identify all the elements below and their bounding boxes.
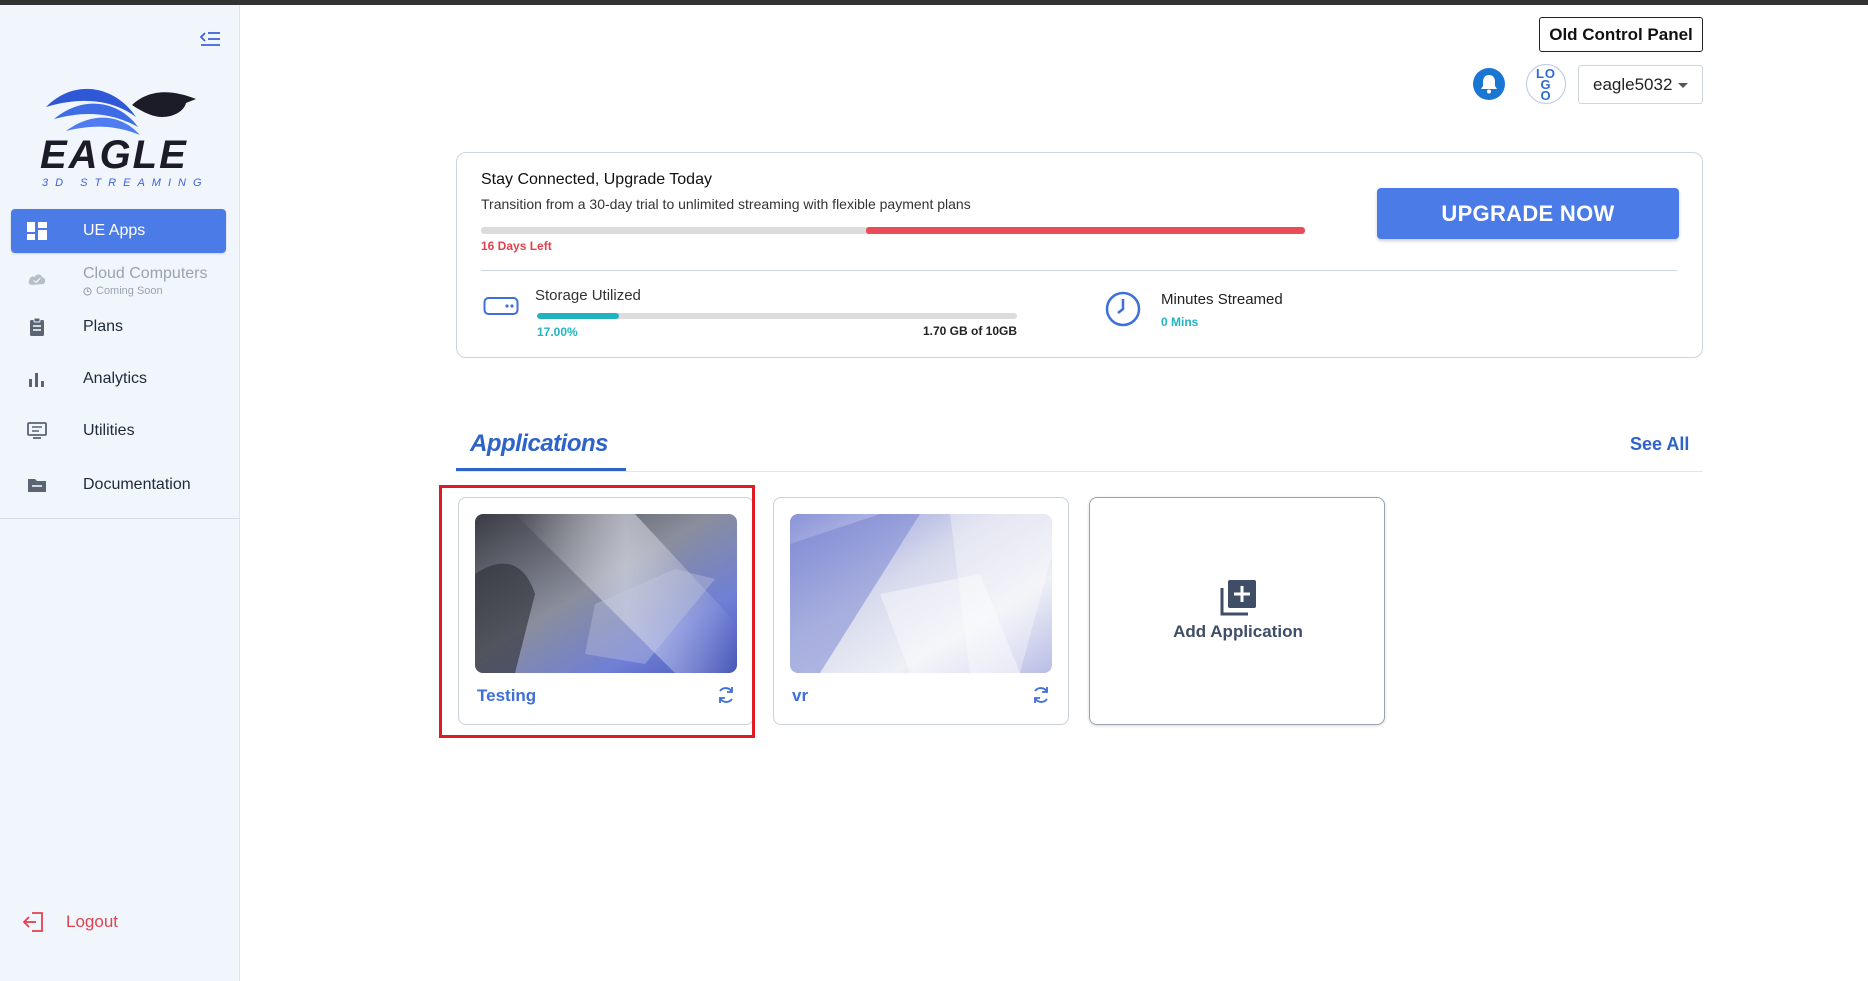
avatar-logo-text: LOGO <box>1535 65 1557 103</box>
see-all-link[interactable]: See All <box>1630 434 1689 455</box>
sidebar-divider <box>0 518 240 519</box>
applications-divider <box>456 471 1703 472</box>
minutes-streamed-value: 0 Mins <box>1161 315 1199 329</box>
add-application-label: Add Application <box>1173 622 1303 641</box>
sidebar-item-label: Plans <box>83 318 124 335</box>
minutes-streamed-label: Minutes Streamed <box>1161 291 1283 308</box>
tab-applications-label: Applications <box>470 430 609 457</box>
app-name: vr <box>792 686 809 705</box>
storage-amount: 1.70 GB of 10GB <box>922 324 1017 338</box>
chevron-down-icon <box>1678 83 1688 88</box>
coming-soon-badge: Coming Soon <box>83 285 163 297</box>
sidebar-item-plans[interactable]: Plans <box>11 305 226 349</box>
user-menu-dropdown[interactable]: eagle5032 <box>1578 65 1703 104</box>
app-card-testing[interactable]: Testing <box>458 497 754 725</box>
storage-progress-fill <box>537 313 619 319</box>
old-control-panel-button[interactable]: Old Control Panel <box>1539 17 1703 52</box>
storage-progress-bar <box>537 313 1017 319</box>
app-card-vr[interactable]: vr <box>773 497 1069 725</box>
username-label: eagle5032 <box>1593 74 1673 94</box>
avatar[interactable]: LOGO <box>1526 64 1566 104</box>
add-application-card[interactable]: Add Application <box>1089 497 1385 725</box>
notifications-button[interactable] <box>1473 68 1505 100</box>
sidebar-item-label: Cloud Computers <box>83 265 208 282</box>
refresh-button[interactable] <box>715 684 737 706</box>
folder-icon <box>27 475 47 495</box>
days-left-label: 16 Days Left <box>481 239 552 253</box>
upgrade-card: Stay Connected, Upgrade Today Transition… <box>456 152 1703 358</box>
refresh-icon <box>719 687 733 703</box>
upgrade-divider <box>481 270 1677 271</box>
dashboard-icon <box>27 221 47 241</box>
logout-icon <box>22 912 43 932</box>
clipboard-icon <box>27 317 47 337</box>
tab-applications[interactable]: Applications <box>456 420 626 472</box>
app-thumbnail <box>475 514 737 673</box>
refresh-button[interactable] <box>1030 684 1052 706</box>
clock-small-icon <box>83 286 92 296</box>
trial-progress-bar <box>481 227 1305 234</box>
logout-label: Logout <box>66 912 118 931</box>
sidebar-item-ue-apps[interactable]: UE Apps <box>11 209 226 253</box>
collapse-menu-icon <box>199 32 220 46</box>
logo-subtitle: 3D STREAMING <box>42 177 209 189</box>
upgrade-title: Stay Connected, Upgrade Today <box>481 171 712 188</box>
clock-icon <box>1105 291 1141 327</box>
sidebar-item-analytics[interactable]: Analytics <box>11 357 226 401</box>
bar-chart-icon <box>27 369 47 389</box>
sidebar-item-label: Documentation <box>83 476 191 493</box>
upgrade-now-button[interactable]: UPGRADE NOW <box>1377 188 1679 239</box>
storage-percent: 17.00% <box>537 325 578 339</box>
trial-progress-fill <box>865 227 1305 234</box>
sidebar: EAGLE 3D STREAMING UE Apps Cloud Compute… <box>0 5 240 981</box>
cloud-icon <box>27 269 47 289</box>
app-name: Testing <box>477 686 537 705</box>
storage-icon <box>483 297 519 315</box>
sidebar-item-cloud-computers: Cloud Computers Coming Soon <box>11 257 226 301</box>
sidebar-item-label: Analytics <box>83 370 148 387</box>
upgrade-description: Transition from a 30-day trial to unlimi… <box>481 196 971 212</box>
collapse-sidebar-button[interactable] <box>196 25 224 53</box>
monitor-icon <box>27 421 47 441</box>
window-top-border <box>0 0 1868 5</box>
sidebar-item-documentation[interactable]: Documentation <box>11 463 226 507</box>
add-library-icon <box>1220 580 1256 616</box>
sidebar-item-label: UE Apps <box>83 222 146 239</box>
logout-button[interactable]: Logout <box>22 911 118 933</box>
sidebar-item-utilities[interactable]: Utilities <box>11 409 226 453</box>
storage-utilized-label: Storage Utilized <box>535 287 641 304</box>
logo-wordmark: EAGLE <box>40 133 188 177</box>
app-thumbnail <box>790 514 1052 673</box>
sidebar-item-label: Utilities <box>83 422 135 439</box>
bell-icon <box>1481 75 1497 94</box>
refresh-icon <box>1034 687 1048 703</box>
